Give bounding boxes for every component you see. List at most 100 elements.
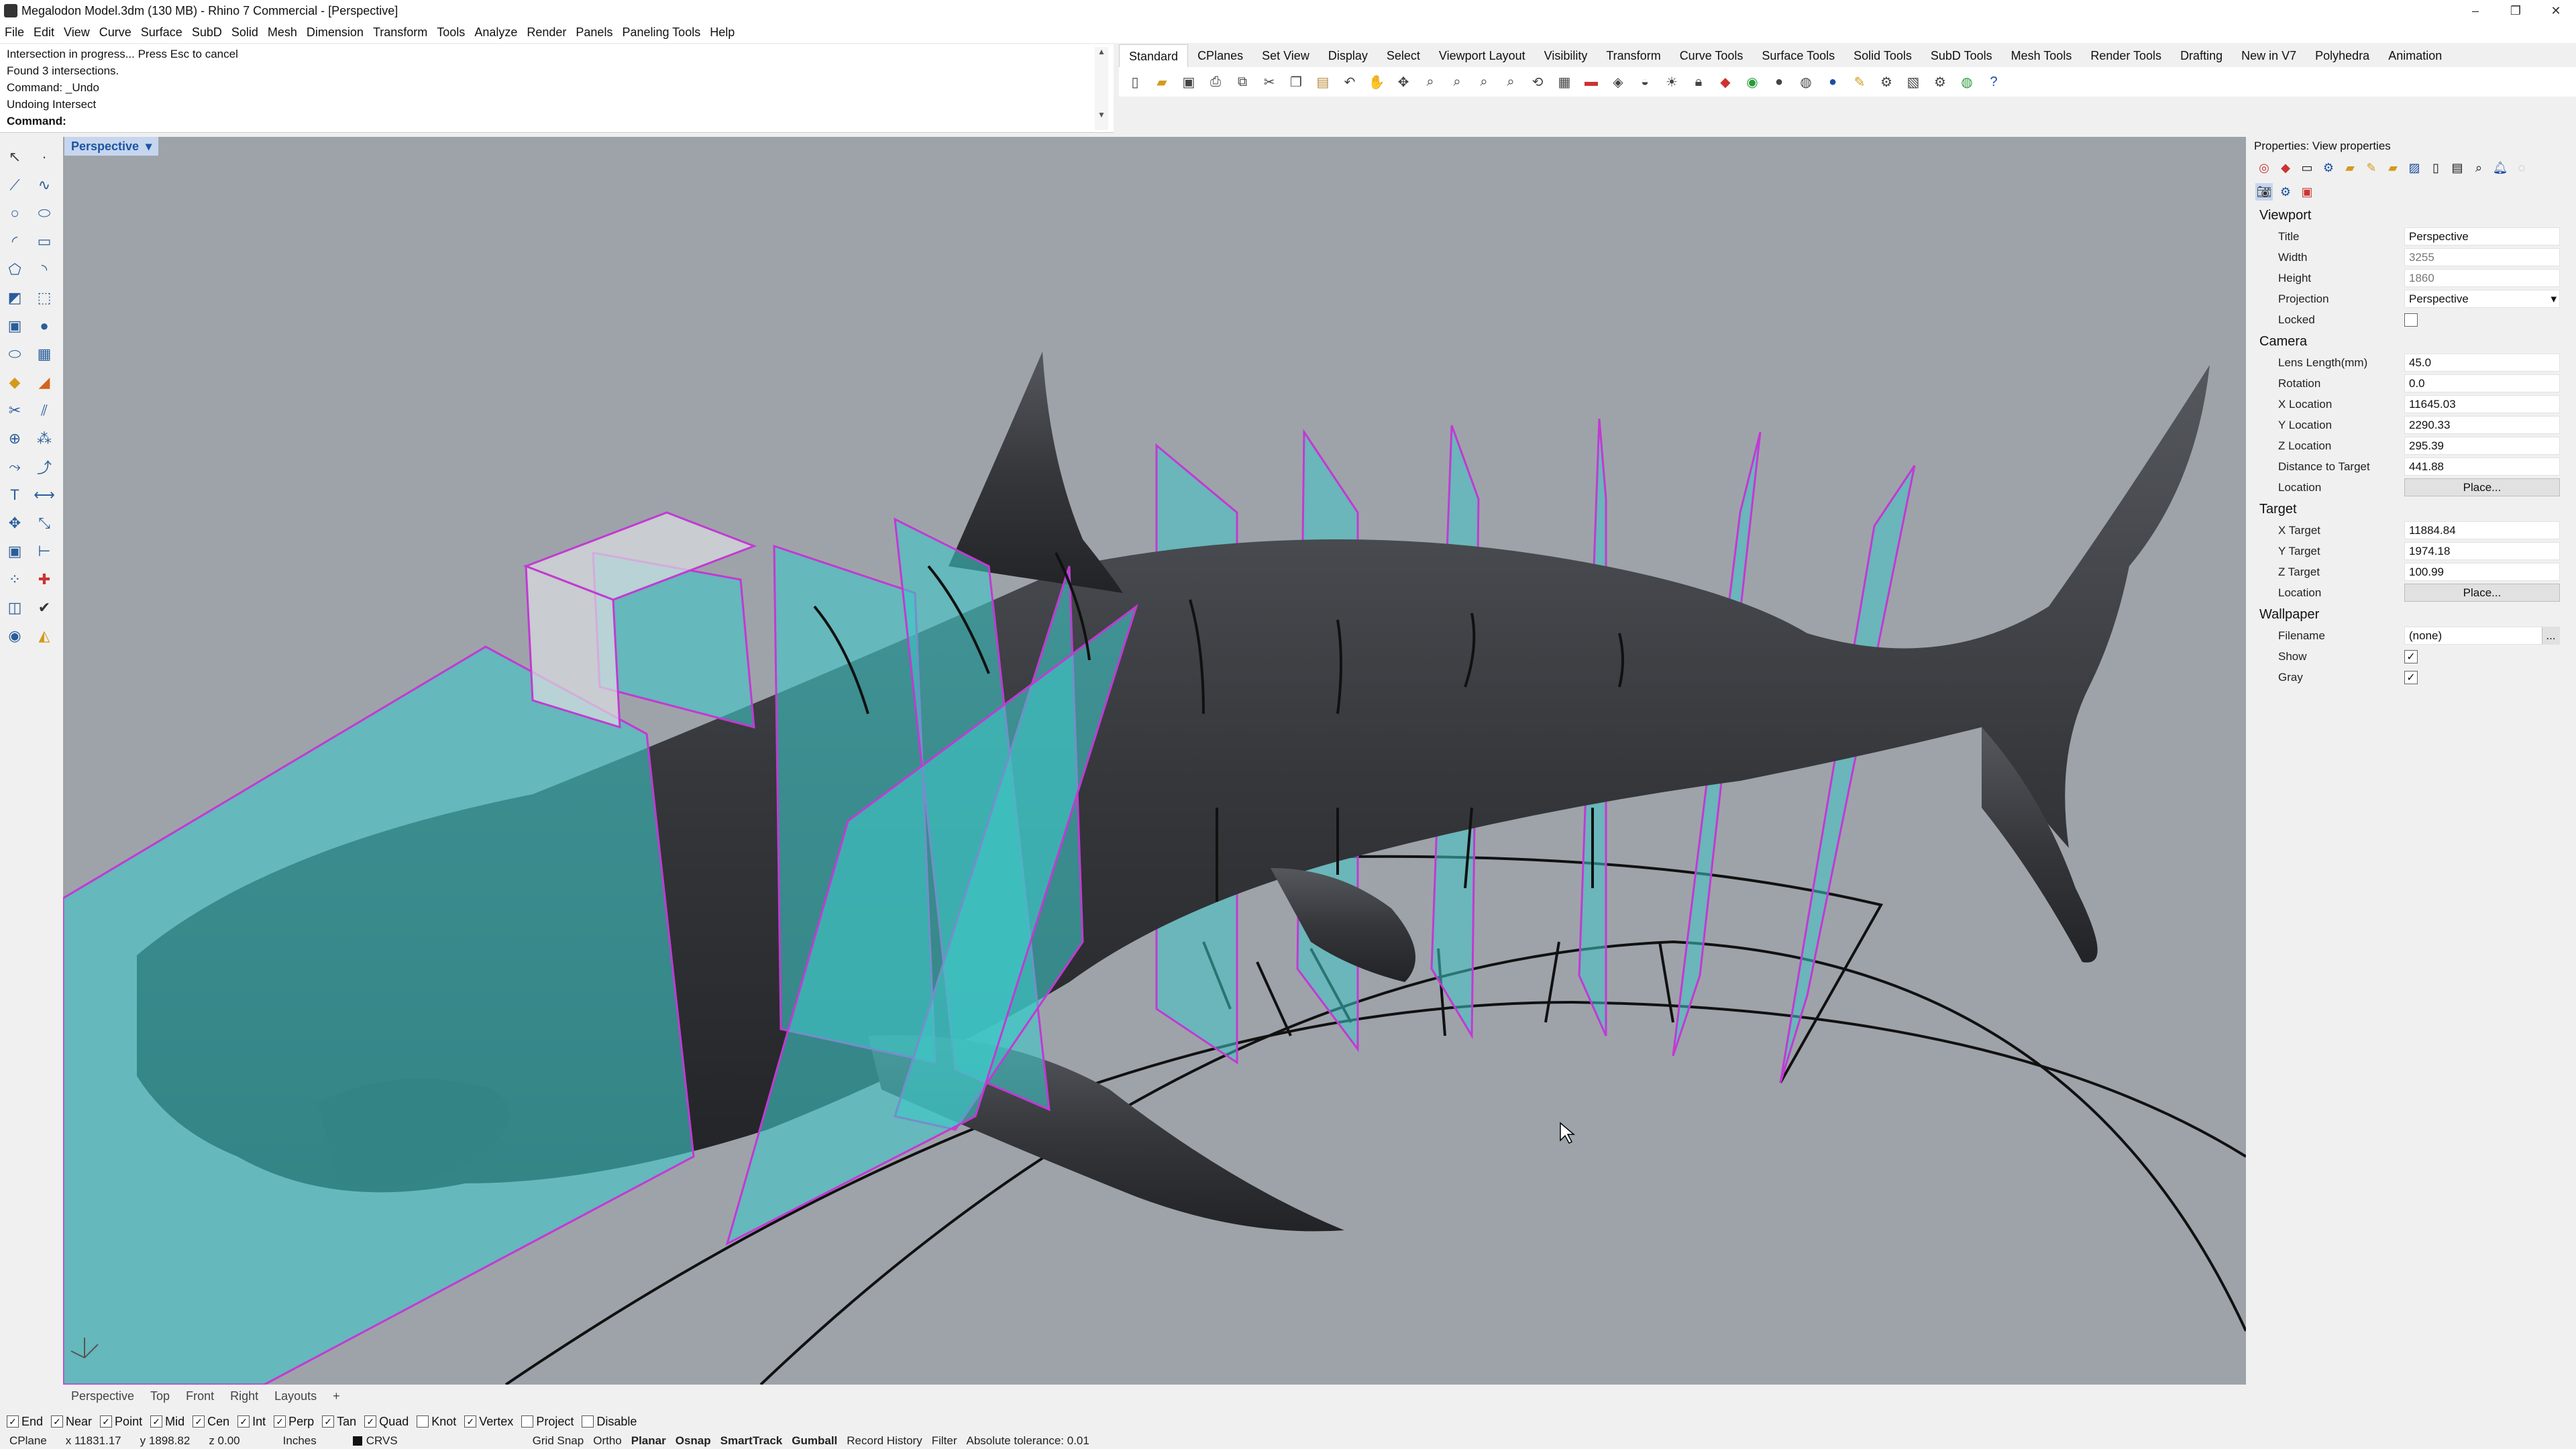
analyze-icon[interactable]: ◫ — [1, 594, 28, 621]
box-icon[interactable]: ▣ — [1, 313, 28, 339]
join-icon[interactable]: ⊕ — [1, 425, 28, 452]
print-icon[interactable]: ⎙ — [1205, 71, 1226, 93]
gumball-icon[interactable]: ✚ — [31, 566, 58, 593]
open-icon[interactable]: ▰ — [1151, 71, 1173, 93]
current-layer[interactable]: CRVS — [326, 1434, 407, 1448]
osnap-checkbox[interactable]: ✓ — [322, 1415, 335, 1428]
osnap-end[interactable]: ✓ End — [7, 1415, 43, 1429]
tab-animation[interactable]: Animation — [2379, 44, 2451, 67]
render-icon[interactable]: ◍ — [1795, 71, 1817, 93]
color-wheel-icon[interactable]: ◉ — [1741, 71, 1763, 93]
ellipse-icon[interactable]: ⬭ — [31, 200, 58, 227]
menu-file[interactable]: File — [0, 25, 29, 40]
tab-polyhedra[interactable]: Polyhedra — [2306, 44, 2379, 67]
copy-icon[interactable]: ❐ — [1285, 71, 1307, 93]
locked-checkbox[interactable] — [2404, 313, 2418, 327]
tab-right[interactable]: Right — [222, 1389, 266, 1403]
osnap-disable[interactable]: Disable — [582, 1415, 637, 1429]
layers-icon[interactable]: ▤ — [2449, 159, 2466, 176]
menu-surface[interactable]: Surface — [136, 25, 187, 40]
status-toggle-gumball[interactable]: Gumball — [787, 1434, 842, 1448]
z-location-field[interactable]: 295.39 — [2404, 437, 2560, 455]
viewport-title-tab[interactable]: Perspective ▾ — [64, 137, 159, 156]
polyline-icon[interactable]: ⟋ — [1, 172, 28, 199]
scroll-up-icon[interactable]: ▲ — [1095, 47, 1108, 56]
tab-transform[interactable]: Transform — [1597, 44, 1670, 67]
menu-panels[interactable]: Panels — [571, 25, 617, 40]
boolean-icon[interactable]: ◆ — [1, 369, 28, 396]
status-toggle-filter[interactable]: Filter — [927, 1434, 962, 1448]
status-toggle-absolute-tolerance-0-01[interactable]: Absolute tolerance: 0.01 — [961, 1434, 1093, 1448]
scale-icon[interactable]: ⤡ — [31, 510, 58, 537]
perspective-viewport[interactable] — [63, 137, 2246, 1385]
check-icon[interactable]: ✔ — [31, 594, 58, 621]
status-toggle-grid-snap[interactable]: Grid Snap — [528, 1434, 589, 1448]
osnap-checkbox[interactable]: ✓ — [100, 1415, 113, 1428]
menu-mesh[interactable]: Mesh — [263, 25, 302, 40]
undo-icon[interactable]: ↶ — [1339, 71, 1360, 93]
menu-edit[interactable]: Edit — [29, 25, 59, 40]
camera-icon[interactable]: 📷︎ — [2255, 183, 2273, 201]
bell-icon[interactable]: 🔔︎ — [2491, 159, 2509, 176]
gray-checkbox[interactable]: ✓ — [2404, 670, 2418, 684]
osnap-checkbox[interactable]: ✓ — [237, 1415, 250, 1428]
help-icon[interactable]: ◌ — [2513, 159, 2530, 176]
menu-solid[interactable]: Solid — [227, 25, 263, 40]
tab-mesh-tools[interactable]: Mesh Tools — [2002, 44, 2082, 67]
mesh-icon[interactable]: ▦ — [31, 341, 58, 368]
material-tab-icon[interactable]: ◆ — [2277, 159, 2294, 176]
search-icon[interactable]: ⌕ — [2470, 159, 2487, 176]
osnap-checkbox[interactable]: ✓ — [51, 1415, 64, 1428]
options-icon[interactable]: ⚙ — [1929, 71, 1951, 93]
named-view-icon[interactable]: ◒ — [1634, 71, 1656, 93]
dimension-icon[interactable]: ⟷ — [31, 482, 58, 508]
menu-analyze[interactable]: Analyze — [470, 25, 522, 40]
tab-top[interactable]: Top — [142, 1389, 178, 1403]
cylinder-icon[interactable]: ⬭ — [1, 341, 28, 368]
status-toggle-record-history[interactable]: Record History — [842, 1434, 926, 1448]
import-icon[interactable]: ⧉ — [1232, 71, 1253, 93]
rotate-view-icon[interactable]: ⟲ — [1527, 71, 1548, 93]
menu-dimension[interactable]: Dimension — [302, 25, 368, 40]
move-icon[interactable]: ✥ — [1, 510, 28, 537]
tab-set-view[interactable]: Set View — [1252, 44, 1319, 67]
osnap-tan[interactable]: ✓ Tan — [322, 1415, 356, 1429]
osnap-perp[interactable]: ✓ Perp — [274, 1415, 314, 1429]
menu-view[interactable]: View — [59, 25, 95, 40]
z-target-field[interactable]: 100.99 — [2404, 563, 2560, 581]
osnap-checkbox[interactable]: ✓ — [150, 1415, 163, 1428]
cut-icon[interactable]: ✂ — [1258, 71, 1280, 93]
select-arrow-icon[interactable]: ↖ — [1, 144, 28, 170]
image-icon[interactable]: ▨ — [2406, 159, 2423, 176]
osnap-cen[interactable]: ✓ Cen — [193, 1415, 229, 1429]
menu-subd[interactable]: SubD — [187, 25, 227, 40]
render-tab-icon[interactable]: ⚙ — [2320, 159, 2337, 176]
tab-front[interactable]: Front — [178, 1389, 222, 1403]
camera-place-button[interactable]: Place... — [2404, 478, 2560, 496]
tab-layouts[interactable]: Layouts — [266, 1389, 325, 1403]
document-icon[interactable]: ▯ — [2427, 159, 2445, 176]
tab-cplanes[interactable]: CPlanes — [1188, 44, 1252, 67]
layer-icon[interactable]: ▬ — [1580, 71, 1602, 93]
projection-select[interactable]: Perspective ▾ — [2404, 290, 2560, 308]
zoom-selected-icon[interactable]: ⌕ — [1500, 71, 1521, 93]
tab-solid-tools[interactable]: Solid Tools — [1844, 44, 1921, 67]
grid-icon[interactable]: ▦ — [1554, 71, 1575, 93]
plugin-icon[interactable]: ▧ — [1902, 71, 1924, 93]
polygon-icon[interactable]: ⬠ — [1, 256, 28, 283]
rebuild-icon[interactable]: ⤴ — [31, 453, 58, 480]
measure-icon[interactable]: ⊢ — [31, 538, 58, 565]
osnap-checkbox[interactable] — [521, 1415, 534, 1428]
command-scrollbar[interactable]: ▲ ▼ — [1095, 47, 1108, 130]
surface-icon[interactable]: ◩ — [1, 284, 28, 311]
title-field[interactable]: Perspective — [2404, 227, 2560, 246]
open-folder-icon[interactable]: ▰ — [2384, 159, 2402, 176]
osnap-checkbox[interactable]: ✓ — [364, 1415, 377, 1428]
extrude-icon[interactable]: ⬚ — [31, 284, 58, 311]
minimize-button[interactable]: – — [2455, 0, 2496, 21]
osnap-knot[interactable]: Knot — [417, 1415, 456, 1429]
frame-icon[interactable]: ▣ — [2298, 183, 2316, 201]
curve-icon[interactable]: ∿ — [31, 172, 58, 199]
tab-drafting[interactable]: Drafting — [2171, 44, 2232, 67]
new-icon[interactable]: ▯ — [1124, 71, 1146, 93]
